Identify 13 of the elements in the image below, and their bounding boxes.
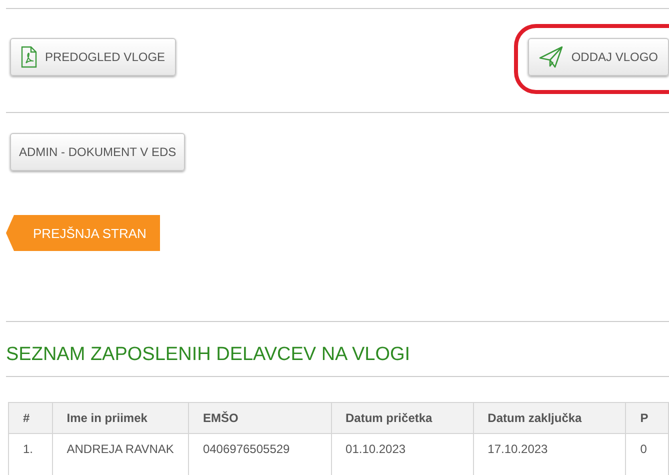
preview-button[interactable]: PREDOGLED VLOGE: [10, 38, 176, 76]
pdf-file-icon: [21, 46, 37, 68]
column-header: P: [626, 402, 668, 434]
column-header: Ime in priimek: [52, 402, 188, 434]
paper-plane-icon: [539, 46, 564, 68]
table-cell: 1.: [8, 434, 52, 475]
column-header: #: [8, 402, 52, 434]
section-title: SEZNAM ZAPOSLENIH DELAVCEV NA VLOGI: [6, 344, 412, 366]
submit-button[interactable]: ODDAJ VLOGO: [528, 38, 669, 76]
admin-document-button[interactable]: ADMIN - DOKUMENT V EDS: [10, 133, 186, 171]
column-header: Datum zaključka: [473, 402, 626, 434]
column-header: Datum pričetka: [331, 402, 474, 434]
column-header: EMŠO: [188, 402, 332, 434]
